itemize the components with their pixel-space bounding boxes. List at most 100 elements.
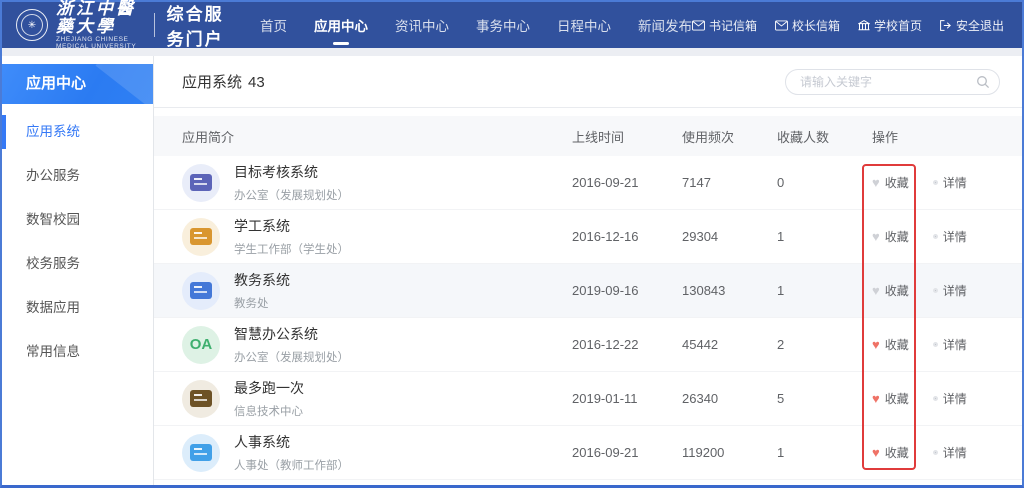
app-online-date: 2016-09-21 bbox=[572, 445, 639, 460]
app-icon bbox=[182, 217, 220, 256]
detail-icon bbox=[932, 450, 938, 455]
nav-link[interactable]: 书记信箱 bbox=[692, 17, 757, 34]
favorite-button[interactable]: ♥ 收藏 bbox=[872, 228, 909, 245]
app-cell: 教务系统 教务处 bbox=[182, 270, 572, 311]
favorite-label: 收藏 bbox=[884, 284, 909, 298]
search-input[interactable] bbox=[785, 68, 1000, 95]
main-nav-menu: 首页 应用中心 资讯中心 事务中心 日程中心 新闻发布 bbox=[260, 15, 692, 35]
heart-icon: ♥ bbox=[872, 391, 880, 406]
logo-divider bbox=[154, 13, 155, 37]
app-name: 目标考核系统 bbox=[234, 164, 318, 180]
nav-item[interactable]: 应用中心 bbox=[314, 15, 368, 35]
app-texts: 人事系统 人事处（教师工作部） bbox=[234, 432, 349, 473]
search-icon[interactable] bbox=[976, 75, 990, 94]
sidebar-item[interactable]: 应用系统 bbox=[2, 110, 153, 154]
favorite-label: 收藏 bbox=[884, 446, 909, 460]
favorite-button[interactable]: ♥ 收藏 bbox=[872, 282, 909, 299]
nav-link-label: 校长信箱 bbox=[791, 18, 840, 33]
table-row[interactable]: 人事系统 人事处（教师工作部） 2016-09-21 119200 1 ♥ 收藏… bbox=[154, 426, 1022, 480]
app-operations: ♥ 收藏 详情 bbox=[872, 390, 1002, 407]
table-header-cell: 收藏人数 bbox=[777, 129, 830, 145]
app-name: 人事系统 bbox=[234, 434, 290, 450]
sidebar-item[interactable]: 办公服务 bbox=[2, 154, 153, 198]
app-usage-count: 29304 bbox=[682, 229, 719, 244]
app-favorite-count: 2 bbox=[777, 337, 785, 352]
app-favorite-count: 1 bbox=[777, 283, 785, 298]
nav-item[interactable]: 日程中心 bbox=[557, 15, 611, 35]
detail-button[interactable]: 详情 bbox=[932, 228, 967, 245]
nav-item[interactable]: 首页 bbox=[260, 15, 287, 35]
sidebar-item[interactable]: 数据应用 bbox=[2, 286, 153, 330]
table-row[interactable]: 学工系统 学生工作部（学生处） 2016-12-16 29304 1 ♥ 收藏 … bbox=[154, 210, 1022, 264]
sidebar-item[interactable]: 常用信息 bbox=[2, 330, 153, 374]
table-header-cell: 操作 bbox=[872, 129, 899, 145]
app-online-date: 2016-12-16 bbox=[572, 229, 639, 244]
nav-item[interactable]: 新闻发布 bbox=[638, 15, 692, 35]
building-icon bbox=[857, 19, 870, 31]
nav-item[interactable]: 事务中心 bbox=[476, 15, 530, 35]
app-operations: ♥ 收藏 详情 bbox=[872, 282, 1002, 299]
nav-link-label: 安全退出 bbox=[956, 18, 1005, 33]
app-name: 最多跑一次 bbox=[234, 380, 304, 396]
content-area: 应用中心 应用系统 办公服务 数智校园 校务服务 数据应用 常用信息 应用系统 43 bbox=[2, 56, 1022, 485]
app-icon bbox=[182, 433, 220, 472]
app-cell: OA 智慧办公系统 办公室（发展规划处） bbox=[182, 324, 572, 365]
app-online-date: 2019-09-16 bbox=[572, 283, 639, 298]
table-header-cell: 使用频次 bbox=[682, 129, 735, 145]
app-favorite-count: 5 bbox=[777, 391, 785, 406]
page-frame: ✳ 浙江中醫藥大學 ZHEJIANG CHINESE MEDICAL UNIVE… bbox=[0, 0, 1024, 488]
detail-button[interactable]: 详情 bbox=[932, 390, 967, 407]
nav-link[interactable]: 学校首页 bbox=[857, 17, 922, 34]
app-favorite-count: 1 bbox=[777, 445, 785, 460]
nav-link[interactable]: 校长信箱 bbox=[775, 17, 840, 34]
table-row[interactable]: 目标考核系统 办公室（发展规划处） 2016-09-21 7147 0 ♥ 收藏… bbox=[154, 156, 1022, 210]
table-row[interactable]: 最多跑一次 信息技术中心 2019-01-11 26340 5 ♥ 收藏 详情 bbox=[154, 372, 1022, 426]
detail-icon bbox=[932, 342, 938, 347]
nav-right-links: 书记信箱 校长信箱 学校首页 安全退出 bbox=[692, 17, 1004, 34]
app-name: 学工系统 bbox=[234, 218, 290, 234]
sidebar: 应用中心 应用系统 办公服务 数智校园 校务服务 数据应用 常用信息 bbox=[2, 56, 154, 485]
heart-icon: ♥ bbox=[872, 283, 880, 298]
sidebar-item[interactable]: 数智校园 bbox=[2, 198, 153, 242]
app-online-date: 2019-01-11 bbox=[572, 391, 638, 406]
heart-icon: ♥ bbox=[872, 175, 880, 190]
detail-button[interactable]: 详情 bbox=[932, 444, 967, 461]
favorite-button[interactable]: ♥ 收藏 bbox=[872, 336, 909, 353]
detail-icon bbox=[932, 180, 938, 185]
sidebar-item[interactable]: 校务服务 bbox=[2, 242, 153, 286]
university-seal-icon: ✳ bbox=[16, 9, 48, 41]
nav-link-label: 学校首页 bbox=[873, 18, 922, 33]
detail-button[interactable]: 详情 bbox=[932, 282, 967, 299]
favorite-label: 收藏 bbox=[884, 392, 909, 406]
heart-icon: ♥ bbox=[872, 337, 880, 352]
detail-button[interactable]: 详情 bbox=[932, 336, 967, 353]
app-texts: 智慧办公系统 办公室（发展规划处） bbox=[234, 324, 349, 365]
detail-label: 详情 bbox=[942, 176, 967, 190]
detail-label: 详情 bbox=[942, 230, 967, 244]
app-name: 智慧办公系统 bbox=[234, 326, 318, 342]
favorite-button[interactable]: ♥ 收藏 bbox=[872, 390, 909, 407]
app-operations: ♥ 收藏 详情 bbox=[872, 444, 1002, 461]
app-online-date: 2016-09-21 bbox=[572, 175, 639, 190]
page-title: 应用系统 43 bbox=[182, 71, 265, 92]
app-favorite-count: 1 bbox=[777, 229, 785, 244]
nav-item[interactable]: 资讯中心 bbox=[395, 15, 449, 35]
search-box bbox=[785, 68, 1000, 95]
nav-link[interactable]: 安全退出 bbox=[940, 17, 1004, 34]
app-department: 教务处 bbox=[234, 298, 269, 310]
table-row[interactable]: OA 智慧办公系统 办公室（发展规划处） 2016-12-22 45442 2 … bbox=[154, 318, 1022, 372]
table-row[interactable]: 教务系统 教务处 2019-09-16 130843 1 ♥ 收藏 详情 bbox=[154, 264, 1022, 318]
app-icon-glyph bbox=[190, 282, 212, 299]
app-cell: 目标考核系统 办公室（发展规划处） bbox=[182, 162, 572, 203]
detail-button[interactable]: 详情 bbox=[932, 174, 967, 191]
app-icon bbox=[182, 163, 220, 202]
app-icon: OA bbox=[182, 325, 220, 364]
app-department: 信息技术中心 bbox=[234, 406, 303, 418]
app-texts: 最多跑一次 信息技术中心 bbox=[234, 378, 304, 419]
favorite-button[interactable]: ♥ 收藏 bbox=[872, 174, 909, 191]
favorite-label: 收藏 bbox=[884, 338, 909, 352]
app-usage-count: 45442 bbox=[682, 337, 719, 352]
sidebar-menu: 应用系统 办公服务 数智校园 校务服务 数据应用 常用信息 bbox=[2, 104, 153, 374]
detail-label: 详情 bbox=[942, 392, 967, 406]
favorite-button[interactable]: ♥ 收藏 bbox=[872, 444, 909, 461]
